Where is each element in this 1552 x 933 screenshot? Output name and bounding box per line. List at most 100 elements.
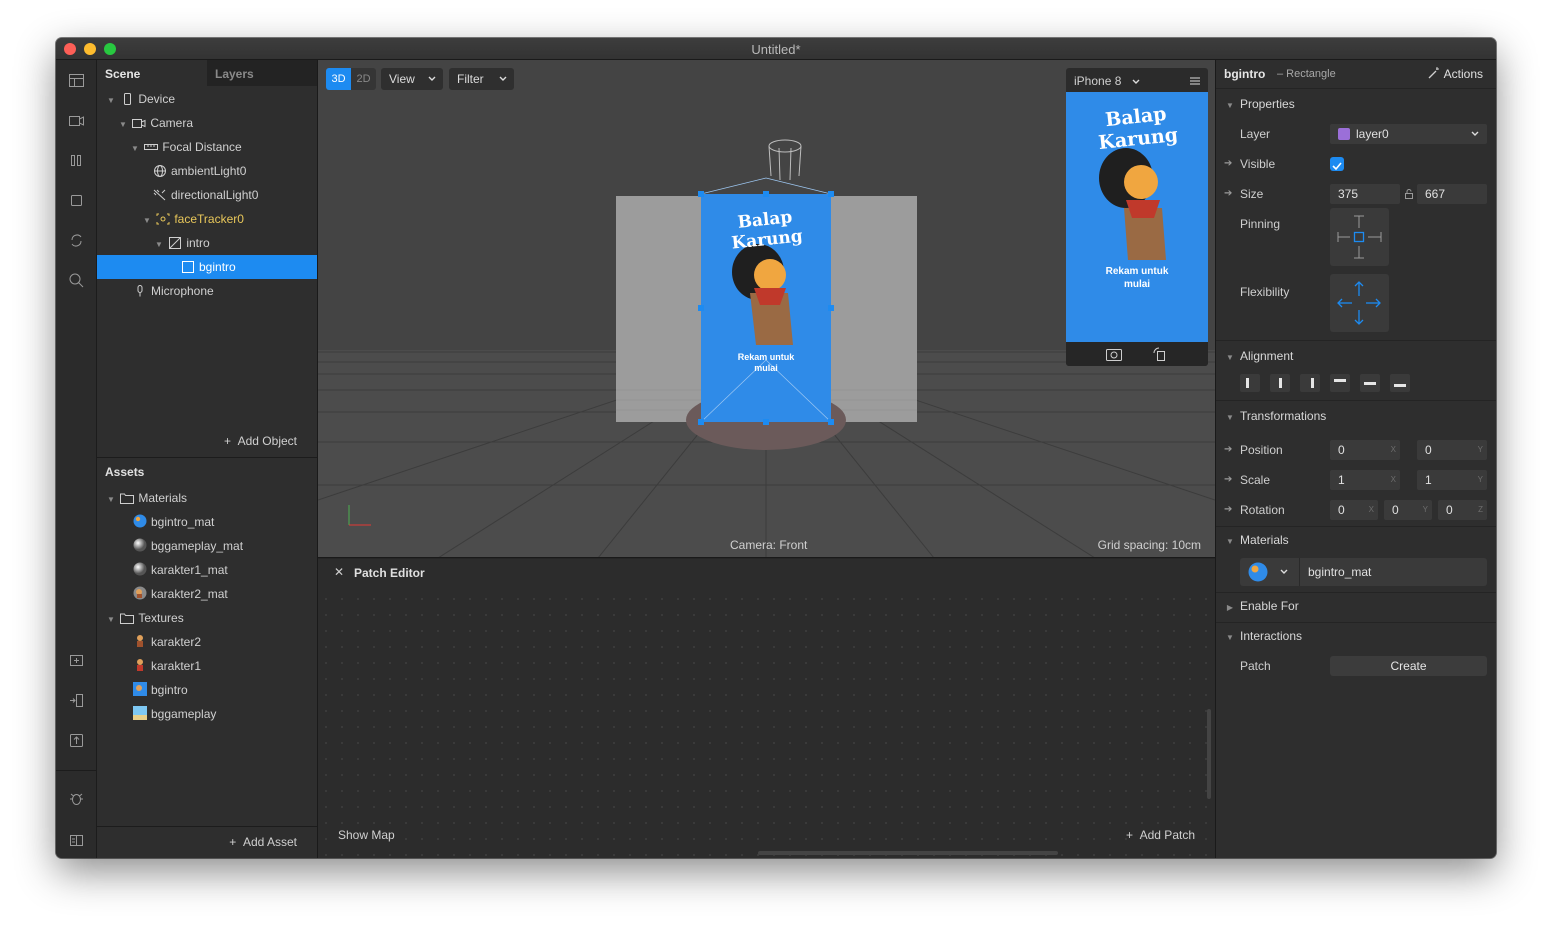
rotation-y-input[interactable]: 0Y [1384, 500, 1432, 520]
materials-section-header[interactable]: ▼ Materials [1224, 528, 1494, 552]
collapse-arrow-icon[interactable]: ▼ [117, 113, 129, 137]
rotation-z-input[interactable]: 0Z [1438, 500, 1487, 520]
align-center-horizontal-button[interactable] [1270, 374, 1290, 392]
rotate-device-icon[interactable] [1152, 347, 1166, 361]
asset-karakter2[interactable]: karakter2 [97, 630, 317, 654]
tree-item-face-tracker[interactable]: ▼ faceTracker0 [97, 207, 317, 231]
tree-item-bgintro[interactable]: bgintro [97, 255, 317, 279]
collapse-arrow-icon[interactable]: ▼ [105, 608, 117, 632]
mode-3d-button[interactable]: 3D [326, 68, 351, 90]
add-asset-label: Add Asset [242, 835, 297, 849]
position-x-input[interactable]: 0X [1330, 440, 1400, 460]
actions-button[interactable]: Actions [1428, 62, 1483, 86]
asset-bgintro-mat[interactable]: bgintro_mat [97, 510, 317, 534]
square-icon[interactable] [68, 192, 85, 209]
tree-item-intro[interactable]: ▼ intro [97, 231, 317, 255]
layout-icon[interactable] [68, 72, 85, 89]
horizontal-scrollbar[interactable] [758, 851, 1058, 855]
collapse-arrow-icon[interactable]: ▼ [105, 488, 117, 512]
console-icon[interactable] [68, 832, 85, 849]
sync-icon[interactable] [68, 232, 85, 249]
rotation-z-value: 0 [1446, 503, 1453, 517]
collapse-arrow-icon[interactable]: ▼ [129, 137, 141, 161]
patch-editor[interactable]: ✕ Patch Editor Show Map + Add Patch [318, 559, 1215, 858]
tab-layers[interactable]: Layers [207, 60, 317, 86]
properties-title: Properties [1240, 97, 1295, 111]
view-mode-toggle: 3D 2D [326, 68, 376, 90]
pinning-control[interactable] [1330, 208, 1389, 266]
create-patch-button[interactable]: Create [1330, 656, 1487, 676]
device-selector[interactable]: iPhone 8 [1066, 68, 1208, 92]
search-icon[interactable] [68, 272, 85, 289]
folder-icon [120, 493, 135, 504]
tree-item-ambient-light[interactable]: ambientLight0 [97, 159, 317, 183]
asset-folder-materials[interactable]: ▼ Materials [97, 486, 317, 510]
asset-label: Materials [138, 491, 188, 505]
menu-icon[interactable] [1190, 77, 1200, 85]
layer-dropdown[interactable]: layer0 [1330, 124, 1487, 144]
material-slot[interactable]: bgintro_mat [1240, 558, 1487, 586]
tree-item-focal-distance[interactable]: ▼ Focal Distance [97, 135, 317, 159]
keyframe-arrow-icon[interactable]: ➔ [1224, 498, 1232, 522]
add-object-button[interactable]: + Add Object [97, 426, 317, 456]
collapse-arrow-icon[interactable]: ▼ [105, 89, 117, 113]
transformations-section-header[interactable]: ▼ Transformations [1224, 404, 1494, 428]
tree-item-microphone[interactable]: Microphone [97, 279, 317, 303]
scene-viewport[interactable]: Balap Karung Rekam untuk mulai 3D 2D Vie… [318, 60, 1215, 558]
rotation-x-input[interactable]: 0X [1330, 500, 1378, 520]
interactions-section-header[interactable]: ▼ Interactions [1224, 624, 1494, 648]
app-window: Untitled* Scene Layers ▼ Device ▼ Camera… [56, 38, 1496, 858]
align-center-vertical-button[interactable] [1360, 374, 1380, 392]
flexibility-control[interactable] [1330, 274, 1389, 332]
size-width-input[interactable]: 375 [1330, 184, 1400, 204]
asset-karakter2-mat[interactable]: karakter2_mat [97, 582, 317, 606]
tab-scene[interactable]: Scene [97, 60, 207, 86]
tree-item-device[interactable]: ▼ Device [97, 87, 317, 111]
keyframe-arrow-icon[interactable]: ➔ [1224, 182, 1232, 206]
asset-bggameplay-mat[interactable]: bggameplay_mat [97, 534, 317, 558]
lock-icon[interactable] [1405, 189, 1413, 199]
view-dropdown[interactable]: View [381, 68, 443, 90]
filter-dropdown[interactable]: Filter [449, 68, 514, 90]
enable-for-section-header[interactable]: ▶ Enable For [1224, 594, 1494, 618]
scale-x-input[interactable]: 1X [1330, 470, 1400, 490]
columns-icon[interactable] [68, 152, 85, 169]
video-icon[interactable] [68, 112, 85, 129]
asset-karakter1[interactable]: karakter1 [97, 654, 317, 678]
position-y-input[interactable]: 0Y [1417, 440, 1487, 460]
screenshot-icon[interactable] [1106, 347, 1122, 361]
material-picker[interactable] [1240, 558, 1300, 586]
asset-bgintro[interactable]: bgintro [97, 678, 317, 702]
align-right-button[interactable] [1300, 374, 1320, 392]
asset-karakter1-mat[interactable]: karakter1_mat [97, 558, 317, 582]
show-map-button[interactable]: Show Map [338, 828, 395, 842]
align-bottom-button[interactable] [1390, 374, 1410, 392]
align-left-button[interactable] [1240, 374, 1260, 392]
alignment-section-header[interactable]: ▼ Alignment [1224, 344, 1494, 368]
tree-item-directional-light[interactable]: directionalLight0 [97, 183, 317, 207]
align-top-button[interactable] [1330, 374, 1350, 392]
properties-section-header[interactable]: ▼ Properties [1224, 92, 1494, 116]
keyframe-arrow-icon[interactable]: ➔ [1224, 152, 1232, 176]
bug-icon[interactable] [68, 790, 85, 807]
import-icon[interactable] [68, 692, 85, 709]
inspector-panel: bgintro – Rectangle Actions ▼ Properties … [1215, 60, 1496, 858]
asset-bggameplay[interactable]: bggameplay [97, 702, 317, 726]
vertical-scrollbar[interactable] [1207, 709, 1211, 799]
keyframe-arrow-icon[interactable]: ➔ [1224, 438, 1232, 462]
asset-folder-textures[interactable]: ▼ Textures [97, 606, 317, 630]
add-folder-icon[interactable] [68, 652, 85, 669]
keyframe-arrow-icon[interactable]: ➔ [1224, 468, 1232, 492]
collapse-arrow-icon[interactable]: ▼ [153, 233, 165, 257]
collapse-arrow-icon[interactable]: ▼ [141, 209, 153, 233]
tree-item-label: ambientLight0 [171, 164, 247, 178]
scale-y-input[interactable]: 1Y [1417, 470, 1487, 490]
visible-checkbox[interactable] [1330, 157, 1344, 171]
add-patch-button[interactable]: + Add Patch [1126, 828, 1195, 842]
tree-item-camera[interactable]: ▼ Camera [97, 111, 317, 135]
add-asset-button[interactable]: + Add Asset [97, 827, 317, 857]
upload-icon[interactable] [68, 732, 85, 749]
close-patch-editor-icon[interactable]: ✕ [334, 565, 344, 579]
size-height-input[interactable]: 667 [1417, 184, 1487, 204]
mode-2d-button[interactable]: 2D [351, 68, 376, 90]
